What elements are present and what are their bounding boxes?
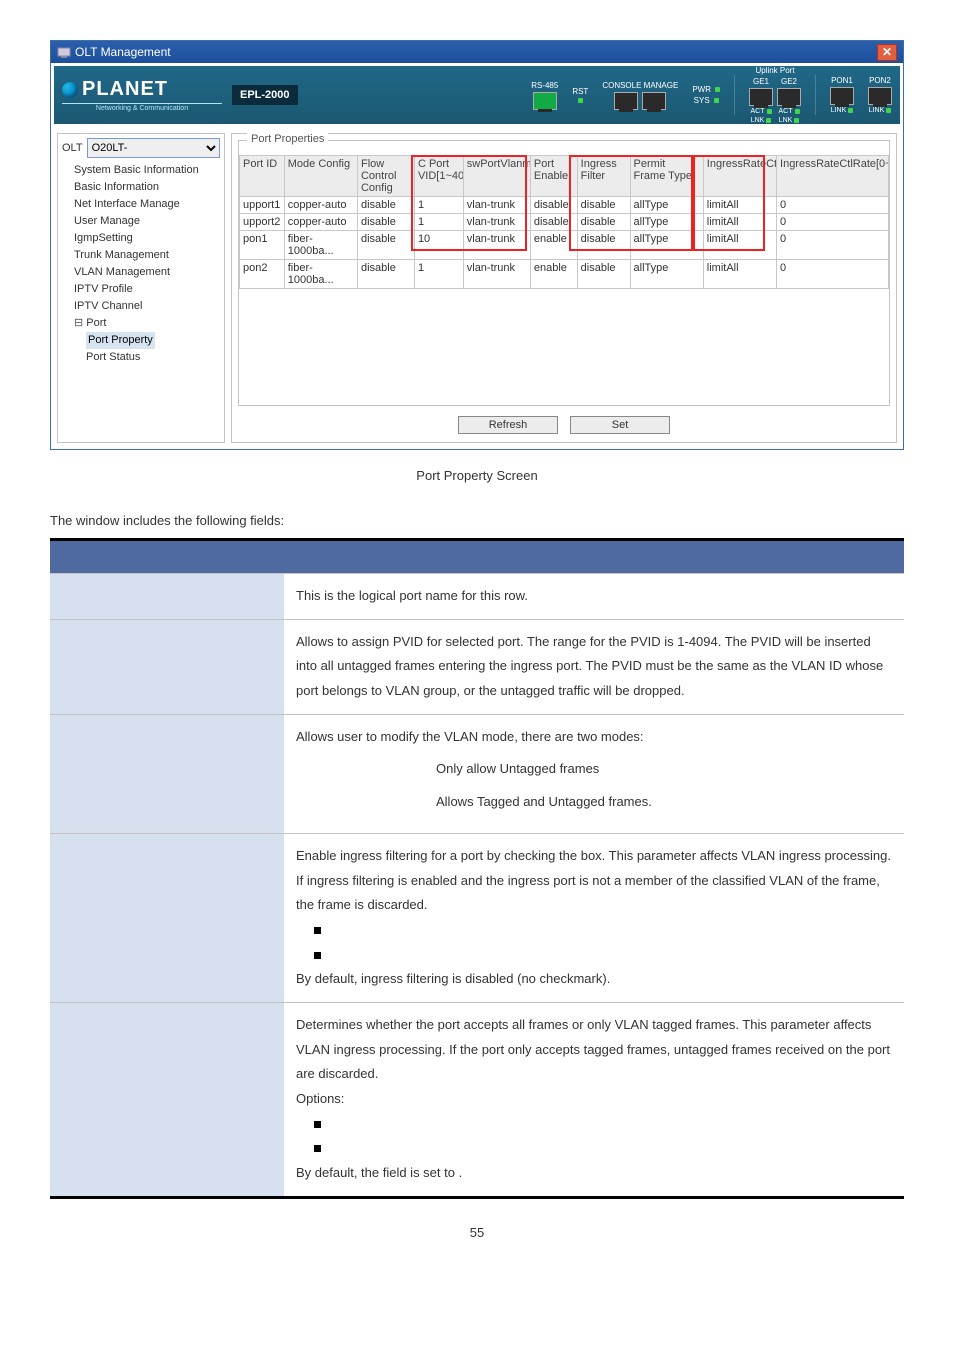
- olt-select[interactable]: O20LT-: [87, 138, 220, 158]
- bullet-icon: [314, 927, 321, 934]
- olt-label: OLT: [62, 142, 83, 154]
- ge1-lnk-led: [766, 118, 771, 123]
- act2-label: ACT: [779, 108, 793, 115]
- desc-txt: Enable ingress filtering for a port by c…: [284, 833, 904, 1002]
- pon2-link-label: LINK: [869, 107, 885, 114]
- rst-led-icon: [578, 98, 583, 103]
- lnk2-label: LNK: [779, 117, 793, 124]
- table-row[interactable]: upport2copper-autodisable1vlan-trunkdisa…: [240, 214, 889, 231]
- tree-item[interactable]: IPTV Profile: [74, 281, 220, 298]
- rs485-port-icon: [533, 92, 557, 110]
- pon2-port-icon: [868, 87, 892, 105]
- sys-led-icon: [714, 98, 719, 103]
- fields-table: Object Description Port ID This is the l…: [50, 538, 904, 1199]
- window-title: OLT Management: [75, 45, 171, 59]
- pon2-label: PON2: [869, 76, 891, 85]
- act-label: ACT: [751, 108, 765, 115]
- tree-item[interactable]: User Manage: [74, 213, 220, 230]
- ge1-act-led: [767, 109, 772, 114]
- set-button[interactable]: Set: [570, 416, 670, 434]
- logo-orb-icon: [62, 82, 78, 98]
- desc-obj: C Port VID[1-4094]: [50, 619, 284, 714]
- col-rateval: IngressRateCtlRate[0~1000000]: [777, 156, 889, 197]
- pwr-label: PWR: [692, 85, 711, 94]
- tree-item-port-property[interactable]: Port Property: [86, 332, 220, 349]
- desc-th-object: Object: [50, 540, 284, 574]
- tree-item-port-status[interactable]: Port Status: [86, 349, 220, 366]
- ge1-label: GE1: [753, 77, 769, 86]
- close-icon[interactable]: ✕: [877, 44, 897, 61]
- col-pvid: C Port VID[1~4094]: [414, 156, 463, 197]
- console-port-icon: [614, 92, 638, 110]
- model-label: EPL-2000: [232, 85, 298, 105]
- main-panel: Port Properties Port ID Mode Config Flow…: [231, 133, 897, 443]
- tree-item[interactable]: Basic Information: [74, 179, 220, 196]
- sidebar: OLT O20LT- System Basic Information Basi…: [57, 133, 225, 443]
- desc-obj: Ingress Filter: [50, 833, 284, 1002]
- table-row[interactable]: upport1copper-autodisable1vlan-trunkdisa…: [240, 197, 889, 214]
- ge2-act-led: [795, 109, 800, 114]
- col-filter: Ingress Filter: [577, 156, 630, 197]
- tree-item[interactable]: IPTV Channel: [74, 298, 220, 315]
- bullet-icon: [314, 1145, 321, 1152]
- col-vlanmode: swPortVlanmode: [463, 156, 530, 197]
- col-enable: Port Enable: [530, 156, 577, 197]
- desc-txt: Allows user to modify the VLAN mode, the…: [284, 714, 904, 833]
- page-number: 55: [50, 1225, 904, 1240]
- ge2-port-icon: [777, 88, 801, 106]
- port-table: Port ID Mode Config Flow Control Config …: [239, 155, 889, 289]
- brand-logo: PLANET: [62, 78, 168, 101]
- col-flow: Flow Control Config: [357, 156, 414, 197]
- brand-subtitle: Networking & Communication: [62, 103, 222, 112]
- uplink-label: Uplink Port: [755, 66, 794, 75]
- desc-obj: Permit Frame Type: [50, 1002, 284, 1197]
- refresh-button[interactable]: Refresh: [458, 416, 558, 434]
- tree-item[interactable]: VLAN Management: [74, 264, 220, 281]
- ge2-lnk-led: [794, 118, 799, 123]
- manage-port-icon: [642, 92, 666, 110]
- desc-txt: Allows to assign PVID for selected port.…: [284, 619, 904, 714]
- table-row[interactable]: pon2fiber-1000ba...disable1vlan-trunkena…: [240, 260, 889, 289]
- rst-label: RST: [572, 87, 588, 96]
- desc-txt: Determines whether the port accepts all …: [284, 1002, 904, 1197]
- col-mode: Mode Config: [284, 156, 357, 197]
- table-row[interactable]: pon1fiber-1000ba...disable10vlan-trunken…: [240, 231, 889, 260]
- fieldset-legend: Port Properties: [247, 133, 328, 145]
- pon1-link-label: LINK: [831, 107, 847, 114]
- pon2-led: [886, 108, 891, 113]
- pwr-led-icon: [715, 87, 720, 92]
- app-icon: [57, 45, 71, 59]
- device-header: PLANET Networking & Communication EPL-20…: [54, 66, 900, 124]
- brand-name: PLANET: [82, 78, 168, 101]
- col-ratectl: IngressRateCtl: [703, 156, 776, 197]
- col-port-id: Port ID: [240, 156, 285, 197]
- intro-text: The window includes the following fields…: [50, 513, 904, 528]
- figure-caption: Port Property Screen: [50, 468, 904, 483]
- tree-item[interactable]: Trunk Management: [74, 247, 220, 264]
- nav-tree: System Basic Information Basic Informati…: [62, 162, 220, 366]
- desc-txt: This is the logical port name for this r…: [284, 574, 904, 620]
- lnk-label: LNK: [751, 117, 765, 124]
- app-window: OLT Management ✕ PLANET Networking & Com…: [50, 40, 904, 450]
- ge2-label: GE2: [781, 77, 797, 86]
- ge1-port-icon: [749, 88, 773, 106]
- desc-obj: swPortVlanMode: [50, 714, 284, 833]
- pon1-port-icon: [830, 87, 854, 105]
- bullet-icon: [314, 952, 321, 959]
- col-frame: Permit Frame Type: [630, 156, 703, 197]
- tree-item[interactable]: IgmpSetting: [74, 230, 220, 247]
- tree-node-port[interactable]: ⊟ Port Port Property Port Status: [74, 315, 220, 366]
- bullet-icon: [314, 1121, 321, 1128]
- desc-obj: Port ID: [50, 574, 284, 620]
- pon1-label: PON1: [831, 76, 853, 85]
- rs485-label: RS-485: [531, 81, 558, 90]
- titlebar: OLT Management ✕: [51, 41, 903, 63]
- console-label: CONSOLE MANAGE: [602, 81, 678, 90]
- desc-th-description: Description: [284, 540, 904, 574]
- tree-item[interactable]: System Basic Information: [74, 162, 220, 179]
- pon1-led: [848, 108, 853, 113]
- sys-label: SYS: [694, 96, 710, 105]
- tree-item[interactable]: Net Interface Manage: [74, 196, 220, 213]
